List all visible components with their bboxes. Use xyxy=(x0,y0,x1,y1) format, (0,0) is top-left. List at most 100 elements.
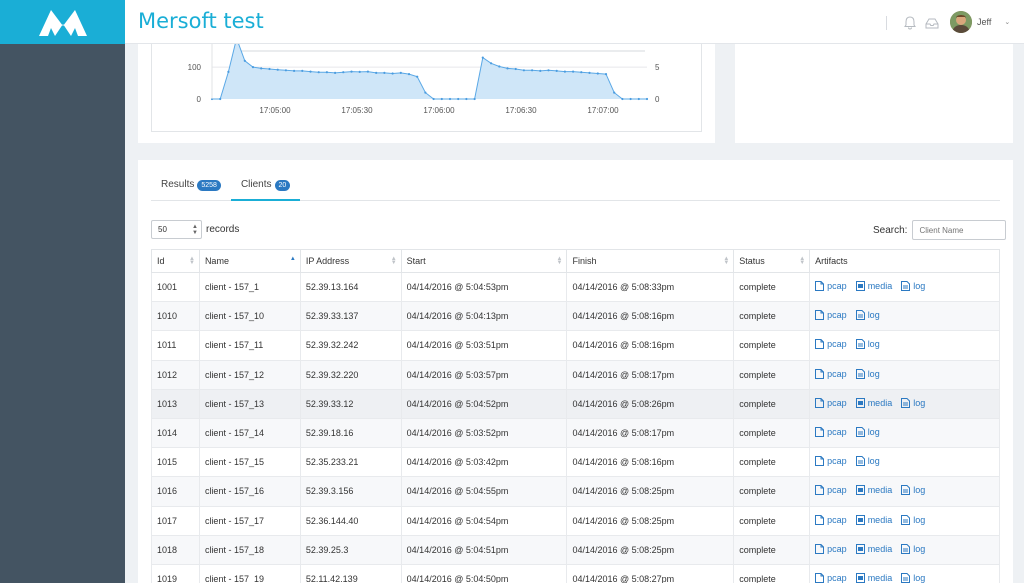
log-link[interactable]: log xyxy=(901,514,925,525)
data-point xyxy=(243,59,246,62)
cell-ip: 52.39.25.3 xyxy=(299,534,402,565)
table-row[interactable]: 1019 client - 157_19 52.11.42.139 04/14/201… xyxy=(151,563,1000,583)
log-link[interactable]: log xyxy=(855,310,880,321)
log-link[interactable]: log xyxy=(901,572,925,583)
pcap-link[interactable]: pcap xyxy=(815,543,847,554)
tab-clients[interactable]: Clients 20 xyxy=(230,176,301,201)
data-point xyxy=(539,69,542,72)
cell-id: 1015 xyxy=(151,447,200,478)
sort-icon: ▲ ▼ xyxy=(556,256,563,266)
log-file-icon xyxy=(901,543,911,554)
data-point xyxy=(260,67,263,70)
search-input[interactable] xyxy=(912,220,1007,240)
log-file-icon xyxy=(901,514,911,525)
cell-name: client - 157_16 xyxy=(198,476,301,507)
cell-start: 04/14/2016 @ 5:03:51pm xyxy=(400,330,568,361)
user-name: Jeff xyxy=(977,17,992,27)
cell-id: 1016 xyxy=(151,476,200,507)
app-logo[interactable] xyxy=(0,0,125,44)
data-point xyxy=(432,97,435,101)
cell-name: client - 157_12 xyxy=(198,359,301,390)
data-point xyxy=(416,75,419,78)
column-header-status[interactable]: Status ▲ ▼ xyxy=(733,249,811,273)
log-file-icon xyxy=(901,281,911,292)
cell-status: complete xyxy=(733,388,811,419)
log-link[interactable]: log xyxy=(855,368,880,379)
throughput-chart: 0 100 0 5 17:05:00 17:05:30 17:06:00 17:06:30 17… xyxy=(188,36,660,115)
data-point xyxy=(325,71,328,74)
log-link[interactable]: log xyxy=(855,427,880,438)
log-link[interactable]: log xyxy=(855,456,880,467)
media-link[interactable]: media xyxy=(855,572,892,583)
data-point xyxy=(531,69,534,72)
log-link[interactable]: log xyxy=(855,339,880,350)
table-row[interactable]: 1017 client - 157_17 52.36.144.40 04/14/201… xyxy=(151,505,1000,536)
cell-id: 1012 xyxy=(151,359,200,390)
pcap-link[interactable]: pcap xyxy=(815,281,847,292)
media-link[interactable]: media xyxy=(855,543,892,554)
table-row[interactable]: 1016 client - 157_16 52.39.3.156 04/14/2016… xyxy=(151,476,1000,507)
media-link[interactable]: media xyxy=(855,397,892,408)
records-select[interactable]: 50 ▲ ▼ xyxy=(151,220,202,239)
data-point xyxy=(276,68,279,71)
records-label: records xyxy=(206,224,240,235)
column-header-start[interactable]: Start ▲ ▼ xyxy=(400,249,568,273)
data-point xyxy=(637,97,640,101)
column-header-finish[interactable]: Finish ▲ ▼ xyxy=(566,249,735,273)
search-label: Search: xyxy=(873,224,908,236)
column-header-ip[interactable]: IP Address ▲ ▼ xyxy=(299,249,402,273)
media-link[interactable]: media xyxy=(855,514,892,525)
cell-id: 1017 xyxy=(151,505,200,536)
data-point xyxy=(572,70,575,73)
table-row[interactable]: 1018 client - 157_18 52.39.25.3 04/14/2016 … xyxy=(151,534,1000,565)
cell-artifacts: pcap log xyxy=(809,417,1000,449)
pcap-file-icon xyxy=(815,310,825,321)
media-link[interactable]: media xyxy=(855,281,892,292)
cell-start: 04/14/2016 @ 5:03:52pm xyxy=(400,417,568,449)
table-row[interactable]: 1011 client - 157_11 52.39.32.242 04/14/201… xyxy=(151,330,1000,361)
table-row[interactable]: 1014 client - 157_14 52.39.18.16 04/14/2016… xyxy=(151,417,1000,449)
table-row[interactable]: 1013 client - 157_13 52.39.33.12 04/14/2016… xyxy=(151,388,1000,419)
pcap-link[interactable]: pcap xyxy=(815,368,847,379)
y-right-tick-label: 5 xyxy=(655,63,660,72)
pcap-link[interactable]: pcap xyxy=(815,397,847,408)
table-row[interactable]: 1015 client - 157_15 52.35.233.21 04/14/201… xyxy=(151,447,1000,478)
column-header-id[interactable]: Id ▲ ▼ xyxy=(151,249,200,273)
sidebar xyxy=(0,44,125,583)
sort-icon: ▲ ▼ xyxy=(723,256,730,266)
pcap-file-icon xyxy=(815,543,825,554)
pcap-link[interactable]: pcap xyxy=(815,427,847,438)
sort-icon: ▲ ▼ xyxy=(799,256,806,266)
pcap-link[interactable]: pcap xyxy=(815,485,847,496)
user-menu[interactable]: Jeff ⌄ xyxy=(950,11,1010,33)
bell-icon[interactable] xyxy=(902,15,918,31)
table-row[interactable]: 1012 client - 157_12 52.39.32.220 04/14/201… xyxy=(151,359,1000,390)
media-link[interactable]: media xyxy=(855,485,892,496)
data-point xyxy=(604,73,608,76)
pcap-link[interactable]: pcap xyxy=(815,514,847,525)
top-bar: Mersoft test Jeff ⌄ xyxy=(0,0,1024,44)
inbox-icon[interactable] xyxy=(924,15,940,31)
data-point xyxy=(522,69,525,72)
cell-name: client - 157_11 xyxy=(198,330,301,361)
data-point xyxy=(358,70,361,73)
cell-artifacts: pcap media log xyxy=(809,271,1000,303)
data-point xyxy=(301,69,304,72)
table-row[interactable]: 1010 client - 157_10 52.39.33.137 04/14/201… xyxy=(151,301,1000,332)
pcap-link[interactable]: pcap xyxy=(815,339,847,350)
data-point xyxy=(424,91,427,94)
data-point xyxy=(580,71,583,74)
column-header-name[interactable]: Name ▲ xyxy=(198,249,301,273)
pcap-link[interactable]: pcap xyxy=(815,456,847,467)
log-link[interactable]: log xyxy=(901,281,925,292)
log-link[interactable]: log xyxy=(901,485,925,496)
tab-results[interactable]: Results 5258 xyxy=(151,176,231,200)
pcap-link[interactable]: pcap xyxy=(815,572,847,583)
log-link[interactable]: log xyxy=(901,397,925,408)
mersoft-logo-icon xyxy=(38,10,87,36)
pcap-link[interactable]: pcap xyxy=(815,310,847,321)
table-row[interactable]: 1001 client - 157_1 52.39.13.164 04/14/2016… xyxy=(151,271,1000,303)
log-link[interactable]: log xyxy=(901,543,925,554)
data-point xyxy=(293,69,296,72)
cell-ip: 52.35.233.21 xyxy=(299,447,402,478)
